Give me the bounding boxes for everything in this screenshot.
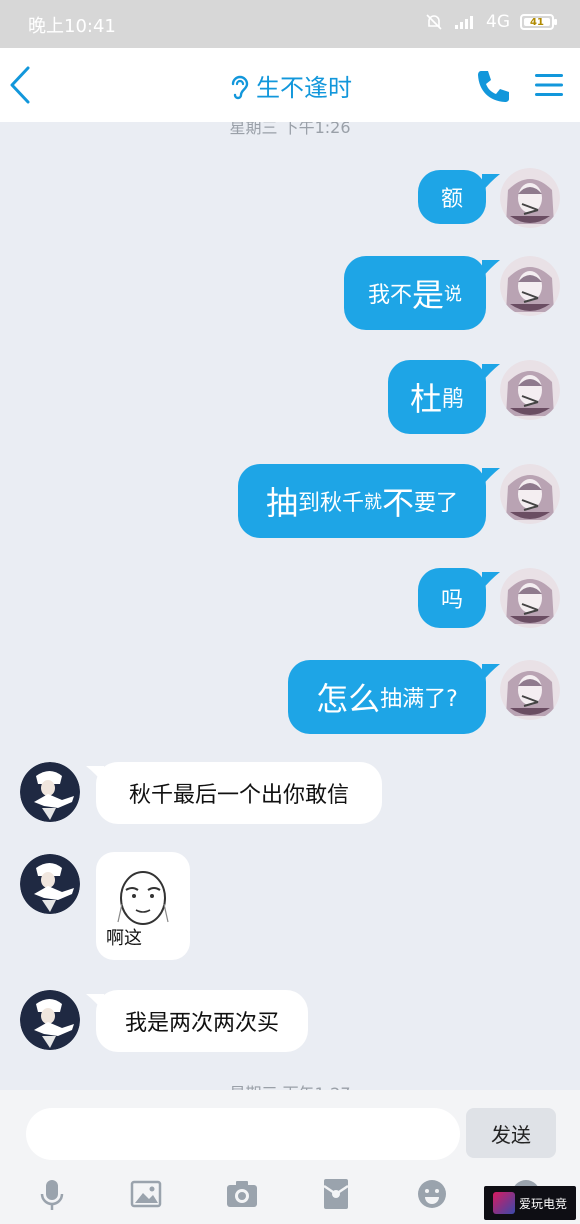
- message-text: 说: [444, 284, 463, 305]
- chat-title: 生不逢时: [256, 74, 352, 102]
- bubble-tail: [482, 572, 500, 590]
- status-time: 晚上10:41: [28, 16, 116, 37]
- input-bar: 发送 爱玩电竞: [0, 1090, 580, 1224]
- message-text: 额: [440, 187, 463, 212]
- message-bubble[interactable]: 怎么抽满了?: [288, 660, 486, 734]
- message-incoming[interactable]: 秋千最后一个出你敢信: [0, 762, 580, 826]
- mute-bell-icon: [426, 14, 442, 30]
- message-bubble[interactable]: 抽到秋千就不要了: [238, 464, 486, 538]
- bubble-tail: [482, 174, 500, 192]
- avatar[interactable]: [500, 168, 560, 228]
- avatar[interactable]: [500, 256, 560, 316]
- microphone-icon[interactable]: [32, 1174, 72, 1214]
- watermark-icon: [492, 1192, 515, 1214]
- message-bubble[interactable]: 我不是说: [344, 256, 486, 330]
- watermark-logo: 爱玩电竞: [484, 1186, 576, 1220]
- sticker[interactable]: 啊这: [96, 852, 190, 960]
- message-text: 就: [364, 492, 382, 513]
- message-bubble[interactable]: 秋千最后一个出你敢信: [96, 762, 382, 824]
- avatar-image: [20, 762, 80, 822]
- avatar-image: [500, 464, 560, 524]
- timestamp: 星期三 下午1:27: [0, 1080, 580, 1090]
- avatar[interactable]: [500, 464, 560, 524]
- message-outgoing[interactable]: 我不是说: [0, 256, 580, 332]
- status-bar: 晚上10:41 4G 41: [0, 0, 580, 48]
- timestamp: 星期三 下午1:26: [229, 122, 351, 137]
- message-text: 是: [412, 276, 445, 314]
- avatar[interactable]: [500, 660, 560, 720]
- message-text: 怎么: [316, 680, 381, 718]
- message-text: 我是两次两次买: [124, 1011, 279, 1036]
- bubble-tail: [482, 260, 500, 278]
- message-bubble[interactable]: 杜鹃: [388, 360, 486, 434]
- ear-icon: [231, 75, 249, 99]
- chat-header: 生不逢时: [0, 48, 580, 122]
- message-text: 我不: [367, 283, 412, 308]
- avatar-image: [20, 854, 80, 914]
- message-bubble[interactable]: 额: [418, 170, 486, 224]
- message-outgoing[interactable]: 怎么抽满了?: [0, 660, 580, 736]
- message-outgoing[interactable]: 吗: [0, 568, 580, 632]
- menu-icon[interactable]: [532, 68, 566, 102]
- red-packet-icon[interactable]: [316, 1174, 356, 1214]
- message-text: 鹃: [442, 387, 465, 412]
- avatar[interactable]: [20, 990, 80, 1050]
- message-text: 要了: [414, 491, 459, 516]
- message-text: 抽: [265, 484, 298, 522]
- message-outgoing[interactable]: 额: [0, 168, 580, 228]
- message-outgoing[interactable]: 抽到秋千就不要了: [0, 464, 580, 540]
- watermark-text: 爱玩电竞: [518, 1196, 567, 1211]
- camera-icon[interactable]: [222, 1174, 262, 1214]
- emoji-icon[interactable]: [412, 1174, 452, 1214]
- avatar-image: [20, 990, 80, 1050]
- avatar-image: [500, 256, 560, 316]
- bubble-tail: [482, 364, 500, 382]
- sticker-caption: 啊这: [106, 928, 142, 949]
- message-bubble[interactable]: 吗: [418, 568, 486, 628]
- message-input[interactable]: [26, 1108, 460, 1160]
- network-type: 4G: [486, 12, 510, 32]
- signal-icon: [455, 16, 473, 29]
- avatar[interactable]: [20, 854, 80, 914]
- avatar-image: [500, 168, 560, 228]
- message-text: 杜: [409, 380, 442, 418]
- message-incoming[interactable]: 我是两次两次买: [0, 990, 580, 1054]
- avatar[interactable]: [20, 762, 80, 822]
- status-icons: 4G 41: [424, 12, 557, 32]
- battery-level: 41: [530, 16, 544, 28]
- avatar-image: [500, 360, 560, 420]
- message-list[interactable]: 星期三 下午1:26 额 我不是说 杜鹃 抽到秋千就不要了 吗 怎么 抽 满了?…: [0, 122, 580, 1090]
- image-icon[interactable]: [126, 1174, 166, 1214]
- phone-call-icon[interactable]: [472, 66, 512, 106]
- message-text: 吗: [440, 588, 463, 613]
- message-text: 不: [382, 484, 415, 522]
- bubble-tail: [482, 664, 500, 682]
- send-button[interactable]: 发送: [466, 1108, 556, 1158]
- avatar[interactable]: [500, 568, 560, 628]
- bubble-tail: [482, 468, 500, 486]
- avatar-image: [500, 568, 560, 628]
- battery-icon: 41: [520, 14, 557, 30]
- message-text: 满了?: [402, 687, 458, 712]
- message-text: 秋千最后一个出你敢信: [128, 783, 349, 808]
- message-text: 抽: [380, 687, 403, 712]
- message-incoming[interactable]: 啊这: [0, 852, 580, 962]
- message-text: 到秋千: [297, 491, 364, 516]
- avatar[interactable]: [500, 360, 560, 420]
- message-outgoing[interactable]: 杜鹃: [0, 360, 580, 436]
- message-bubble[interactable]: 我是两次两次买: [96, 990, 308, 1052]
- avatar-image: [500, 660, 560, 720]
